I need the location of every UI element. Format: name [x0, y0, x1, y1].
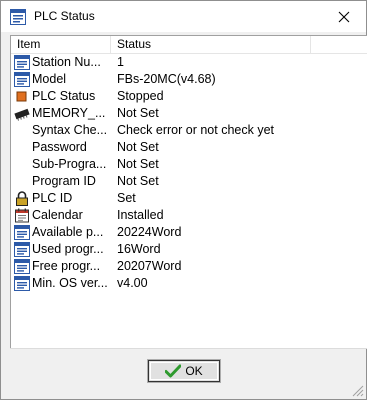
list-item[interactable]: Program ID Not Set — [11, 173, 367, 190]
item-name: Min. OS ver... — [32, 276, 108, 290]
item-name: Station Nu... — [32, 55, 101, 69]
list-item[interactable]: Calendar Installed — [11, 207, 367, 224]
ok-button[interactable]: OK — [147, 359, 221, 383]
blank-icon — [14, 140, 30, 155]
item-status: Not Set — [117, 157, 159, 171]
item-status: 20224Word — [117, 225, 182, 239]
list-rows: Station Nu... 1 Model FBs-20MC(v4.68) PLC St… — [11, 54, 367, 292]
list-item[interactable]: Station Nu... 1 — [11, 54, 367, 71]
item-status: 16Word — [117, 242, 161, 256]
column-header-status[interactable]: Status — [111, 36, 311, 53]
item-status: Set — [117, 191, 136, 205]
title-bar[interactable]: PLC Status — [1, 1, 366, 32]
plc-status-dialog: PLC Status Item Status Station Nu... 1 Mod… — [0, 0, 367, 400]
list-item[interactable]: Sub-Progra... Not Set — [11, 156, 367, 173]
item-name: PLC ID — [32, 191, 73, 205]
item-status: Check error or not check yet — [117, 123, 275, 137]
list-item[interactable]: MEMORY_... Not Set — [11, 105, 367, 122]
resize-grip-icon[interactable] — [352, 385, 364, 397]
list-item[interactable]: Password Not Set — [11, 139, 367, 156]
item-name: Available p... — [32, 225, 104, 239]
item-name: PLC Status — [32, 89, 96, 103]
lock-icon — [14, 191, 30, 206]
window-icon — [14, 72, 30, 87]
item-status: Not Set — [117, 174, 159, 188]
item-name: MEMORY_... — [32, 106, 106, 120]
list-item[interactable]: PLC ID Set — [11, 190, 367, 207]
item-status: FBs-20MC(v4.68) — [117, 72, 216, 86]
item-name: Used progr... — [32, 242, 104, 256]
item-name: Calendar — [32, 208, 83, 222]
app-window-icon — [10, 9, 26, 25]
item-status: Installed — [117, 208, 164, 222]
item-name: Syntax Che... — [32, 123, 108, 137]
list-item[interactable]: PLC Status Stopped — [11, 88, 367, 105]
close-icon — [338, 11, 349, 22]
window-icon — [14, 259, 30, 274]
status-square-icon — [14, 89, 30, 104]
close-button[interactable] — [321, 1, 366, 32]
item-name: Password — [32, 140, 87, 154]
checkmark-icon — [165, 364, 182, 378]
status-list[interactable]: Item Status Station Nu... 1 Model FBs-20MC(… — [10, 35, 367, 348]
item-status: 1 — [117, 55, 124, 69]
window-icon — [14, 242, 30, 257]
list-item[interactable]: Free progr... 20207Word — [11, 258, 367, 275]
window-icon — [14, 55, 30, 70]
window-title: PLC Status — [34, 9, 95, 23]
memory-chip-icon — [14, 106, 30, 121]
item-status: v4.00 — [117, 276, 148, 290]
blank-icon — [14, 174, 30, 189]
item-name: Sub-Progra... — [32, 157, 107, 171]
item-status: Not Set — [117, 106, 159, 120]
item-name: Program ID — [32, 174, 96, 188]
window-icon — [14, 276, 30, 291]
item-name: Model — [32, 72, 67, 86]
item-status: Stopped — [117, 89, 164, 103]
list-item[interactable]: Model FBs-20MC(v4.68) — [11, 71, 367, 88]
blank-icon — [14, 157, 30, 172]
calendar-icon — [14, 208, 30, 223]
ok-button-label: OK — [185, 364, 203, 378]
list-item[interactable]: Available p... 20224Word — [11, 224, 367, 241]
list-item[interactable]: Min. OS ver... v4.00 — [11, 275, 367, 292]
list-item[interactable]: Syntax Che... Check error or not check ye… — [11, 122, 367, 139]
blank-icon — [14, 123, 30, 138]
item-status: Not Set — [117, 140, 159, 154]
column-header-item[interactable]: Item — [11, 36, 111, 53]
window-icon — [14, 225, 30, 240]
item-name: Free progr... — [32, 259, 101, 273]
item-status: 20207Word — [117, 259, 182, 273]
list-item[interactable]: Used progr... 16Word — [11, 241, 367, 258]
list-header: Item Status — [11, 36, 367, 54]
separator — [10, 348, 367, 349]
